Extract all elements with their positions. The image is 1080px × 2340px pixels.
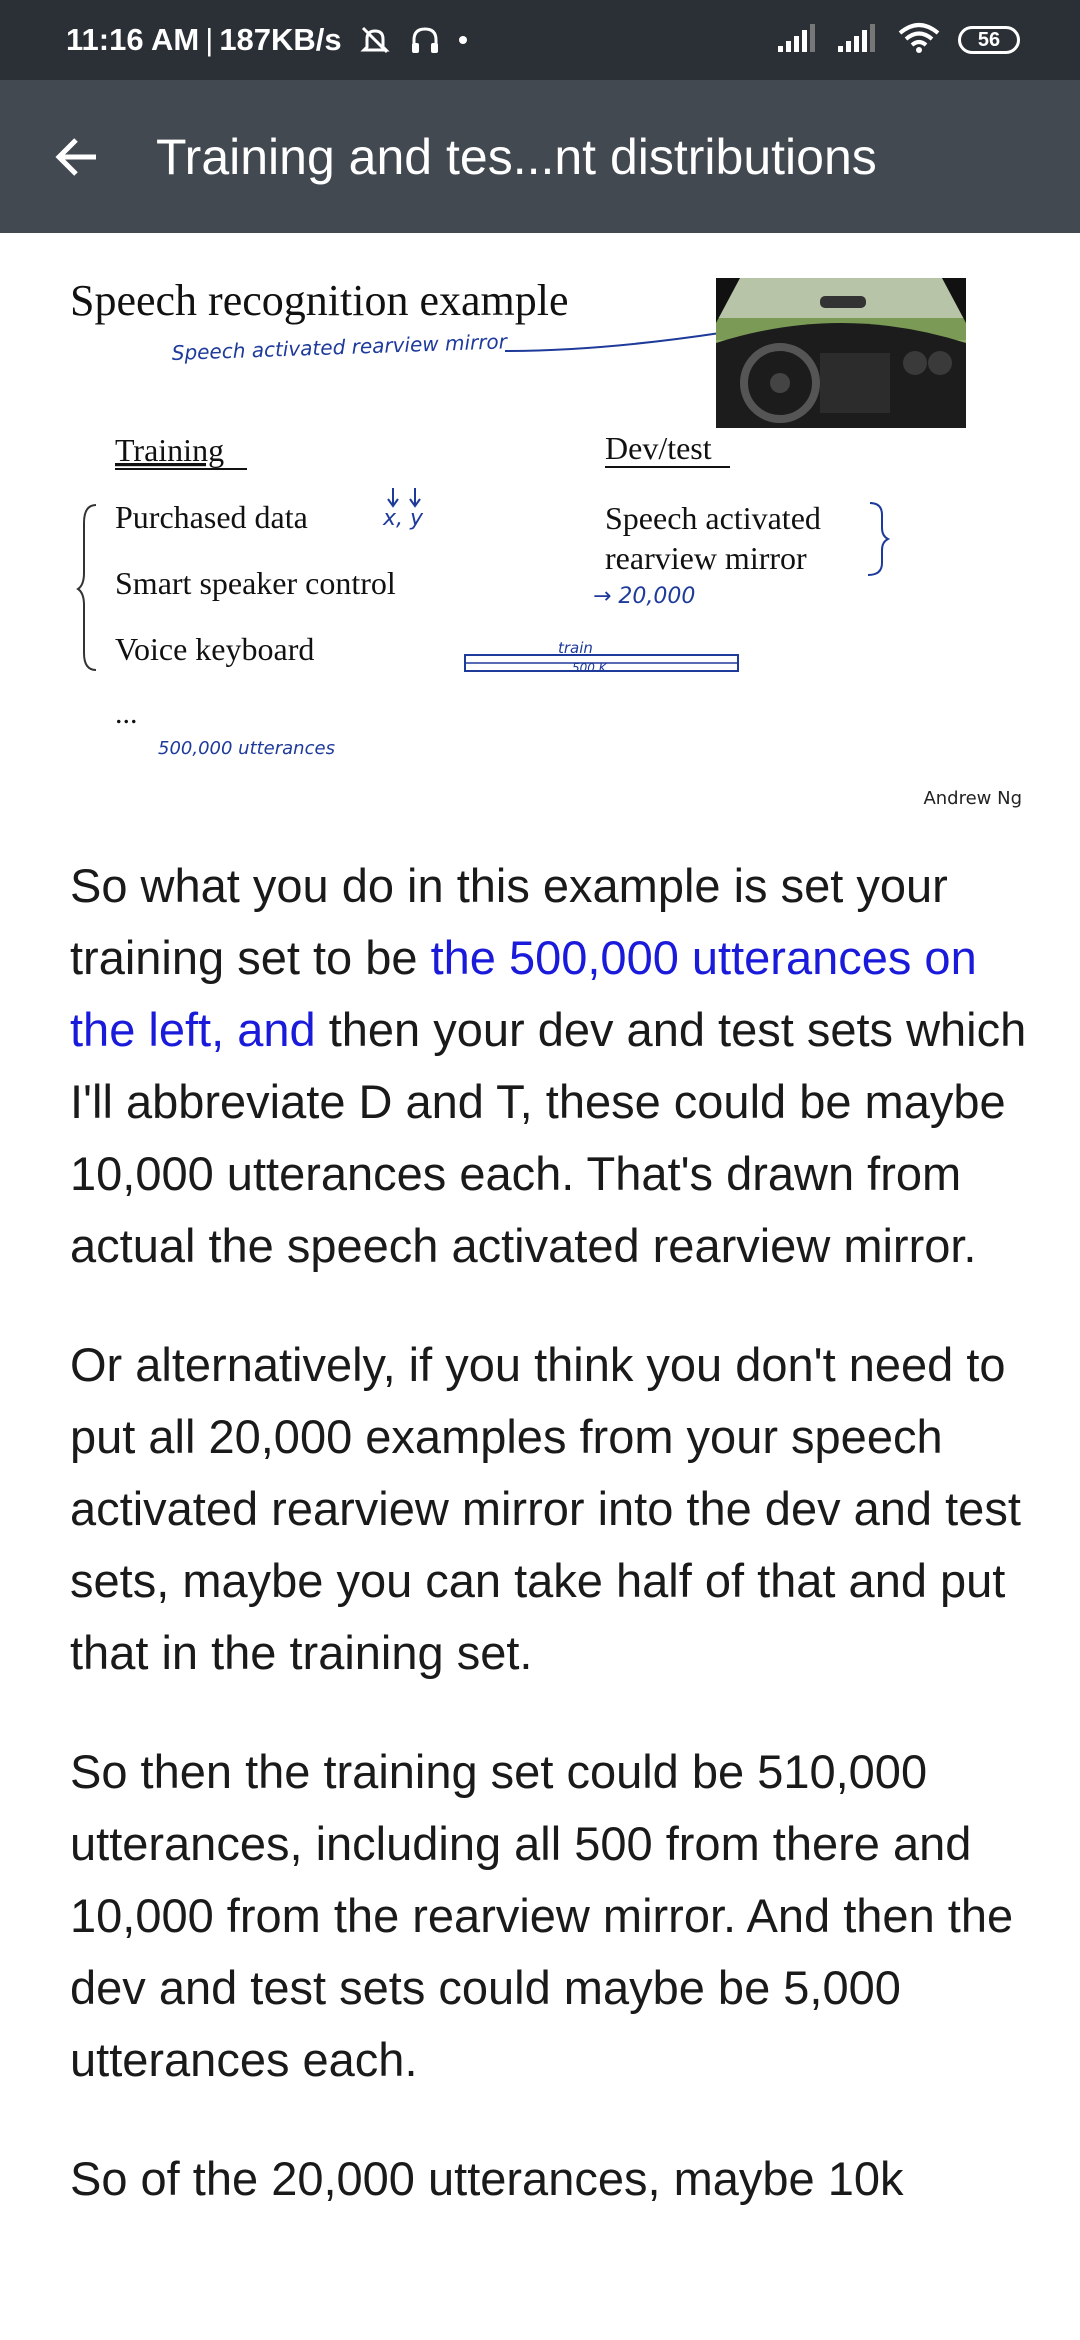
transcript-paragraph: So of the 20,000 utterances, maybe 10k — [70, 2152, 904, 2205]
battery-icon: 56 — [958, 26, 1020, 54]
status-right: 56 — [778, 22, 1020, 59]
status-time: 11:16 AM — [66, 22, 200, 57]
devtest-bracket — [867, 502, 891, 576]
transcript-paragraph: Or alternatively, if you think you don't… — [70, 1338, 1021, 1679]
network-speed: 187KB/s — [219, 22, 342, 57]
devtest-count-annotation: → 20,000 — [593, 584, 695, 609]
training-item: Purchased data — [115, 499, 308, 535]
training-item: Smart speaker control — [115, 565, 396, 601]
training-item: Voice keyboard — [115, 631, 314, 667]
transcript: So what you do in this example is set yo… — [70, 850, 1030, 2262]
xy-annotation: x, y — [382, 506, 424, 531]
transcript-paragraph: So what you do in this example is set yo… — [70, 850, 1030, 1282]
wifi-icon — [898, 22, 940, 59]
headset-icon — [408, 23, 442, 57]
battery-level: 56 — [977, 28, 1001, 51]
devtest-item-line2: rearview mirror — [605, 540, 807, 576]
training-count-annotation: 500,000 utterances — [158, 738, 335, 759]
car-interior-photo — [716, 278, 966, 428]
annotation-arrow — [504, 332, 721, 352]
training-bracket — [76, 504, 97, 671]
arrow-left-icon — [55, 137, 96, 176]
xy-arrow-icon — [387, 488, 421, 508]
dot-icon — [458, 35, 468, 45]
signal-icon — [838, 23, 880, 57]
status-bar: 11:16 AM | 187KB/s 56 — [0, 0, 1080, 80]
training-header: Training — [115, 432, 224, 468]
mute-notification-icon — [358, 23, 392, 57]
back-button[interactable] — [42, 122, 112, 192]
status-separator: | — [205, 22, 214, 57]
lecture-slide: Speech recognition example Speech activa… — [0, 233, 1080, 813]
status-left: 11:16 AM | 187KB/s — [66, 22, 468, 58]
slide-author: Andrew Ng — [923, 788, 1022, 809]
transcript-paragraph: So then the training set could be 510,00… — [70, 1745, 1014, 2086]
slide-canvas: Speech recognition example Speech activa… — [70, 276, 1022, 809]
devtest-item-line1: Speech activated — [605, 500, 821, 536]
page-title: Training and tes...nt distributions — [156, 128, 877, 185]
slide-title: Speech recognition example — [70, 276, 568, 325]
handwritten-annotation: Speech activated rearview mirror — [171, 329, 509, 365]
training-item: ... — [115, 697, 138, 730]
train-size-label: 500 K — [572, 661, 608, 675]
app-bar: Training and tes...nt distributions — [0, 80, 1080, 233]
signal-icon — [778, 23, 820, 57]
devtest-header: Dev/test — [605, 430, 712, 466]
